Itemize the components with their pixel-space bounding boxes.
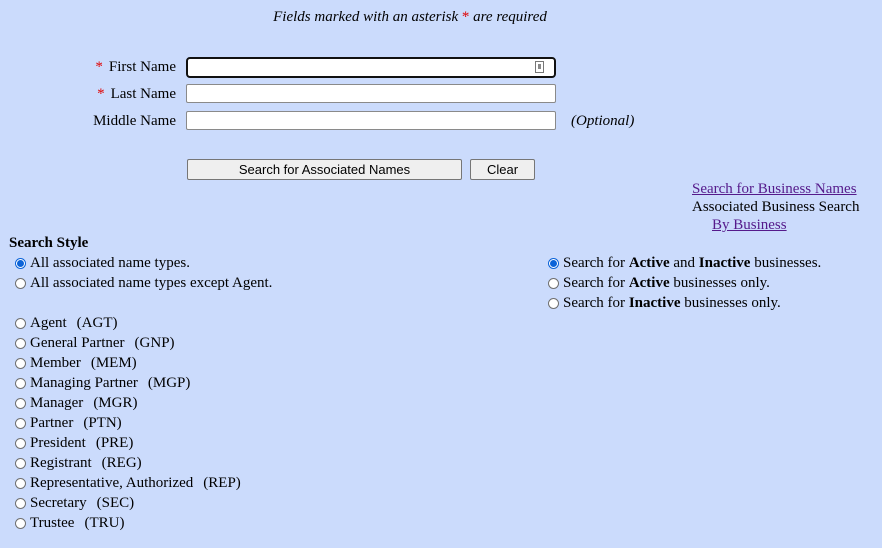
- autofill-contact-icon[interactable]: [535, 61, 544, 73]
- name-type-option[interactable]: Trustee (TRU): [15, 515, 124, 532]
- name-type-label: President: [30, 435, 86, 451]
- name-type-code: (SEC): [96, 495, 135, 511]
- radio-all-except-agent[interactable]: All associated name types except Agent.: [15, 275, 272, 292]
- radio-button[interactable]: [15, 378, 26, 389]
- first-name-label: * First Name: [0, 59, 176, 76]
- status-option[interactable]: Search for Inactive businesses only.: [548, 295, 781, 312]
- name-type-code: (REG): [101, 455, 142, 471]
- middle-name-label: Middle Name: [0, 113, 176, 130]
- radio-button[interactable]: [15, 498, 26, 509]
- status-option-label: Search for Active and Inactive businesse…: [563, 255, 821, 272]
- name-type-code: (PRE): [95, 435, 134, 451]
- name-type-code: (GNP): [134, 335, 175, 351]
- name-type-label: Manager: [30, 395, 84, 411]
- name-type-code: (TRU): [84, 515, 125, 531]
- radio-button[interactable]: [15, 358, 26, 369]
- name-type-option[interactable]: General Partner (GNP): [15, 335, 175, 352]
- middle-name-field[interactable]: [186, 111, 556, 130]
- required-asterisk: *: [461, 9, 470, 25]
- notice-text-suffix: are required: [473, 9, 547, 25]
- radio-button[interactable]: [15, 458, 26, 469]
- radio-button[interactable]: [15, 398, 26, 409]
- radio-button-checked[interactable]: [548, 258, 559, 269]
- status-text: Search for: [563, 275, 629, 291]
- radio-button[interactable]: [15, 418, 26, 429]
- status-text: Search for: [563, 255, 629, 271]
- name-type-label: Partner: [30, 415, 74, 431]
- name-type-label: Managing Partner: [30, 375, 138, 391]
- name-type-option[interactable]: Member (MEM): [15, 355, 137, 372]
- radio-all-types[interactable]: All associated name types.: [15, 255, 190, 272]
- radio-button[interactable]: [15, 318, 26, 329]
- associated-business-search-text: Associated Business Search: [692, 199, 860, 215]
- radio-button[interactable]: [15, 478, 26, 489]
- name-type-label: Representative, Authorized: [30, 475, 194, 491]
- status-emphasis: Inactive: [628, 295, 681, 311]
- radio-label: All associated name types except Agent.: [30, 275, 273, 291]
- radio-button[interactable]: [15, 278, 26, 289]
- status-emphasis: Active: [628, 255, 670, 271]
- status-option-label: Search for Inactive businesses only.: [563, 295, 781, 312]
- name-type-option[interactable]: Managing Partner (MGP): [15, 375, 190, 392]
- name-type-option[interactable]: Representative, Authorized (REP): [15, 475, 241, 492]
- name-type-code: (MGR): [93, 395, 138, 411]
- last-name-field[interactable]: [186, 84, 556, 103]
- name-type-code: (MEM): [90, 355, 137, 371]
- radio-label: All associated name types.: [30, 255, 190, 271]
- radio-button[interactable]: [548, 298, 559, 309]
- name-type-option[interactable]: Secretary (SEC): [15, 495, 134, 512]
- name-type-option[interactable]: Registrant (REG): [15, 455, 142, 472]
- name-type-label: Registrant: [30, 455, 92, 471]
- name-type-code: (PTN): [83, 415, 122, 431]
- clear-button[interactable]: Clear: [470, 159, 535, 180]
- name-type-option[interactable]: Manager (MGR): [15, 395, 137, 412]
- optional-hint: (Optional): [571, 113, 635, 129]
- required-asterisk: *: [95, 59, 103, 75]
- first-name-label-text: First Name: [108, 59, 176, 75]
- required-asterisk: *: [97, 86, 105, 102]
- status-text: Search for: [563, 295, 629, 311]
- middle-name-label-text: Middle Name: [93, 113, 176, 129]
- status-emphasis: Inactive: [698, 255, 751, 271]
- radio-button[interactable]: [15, 518, 26, 529]
- name-type-label: Trustee: [30, 515, 75, 531]
- name-type-label: General Partner: [30, 335, 125, 351]
- search-business-names-link[interactable]: Search for Business Names: [692, 181, 857, 198]
- name-type-option[interactable]: President (PRE): [15, 435, 133, 452]
- radio-button[interactable]: [15, 338, 26, 349]
- search-style-heading: Search Style: [9, 235, 89, 251]
- first-name-field[interactable]: [186, 57, 556, 78]
- radio-button[interactable]: [548, 278, 559, 289]
- last-name-label-text: Last Name: [110, 86, 176, 102]
- status-emphasis: Active: [628, 275, 670, 291]
- name-type-option[interactable]: Agent (AGT): [15, 315, 118, 332]
- status-option-label: Search for Active businesses only.: [563, 275, 770, 292]
- name-type-option[interactable]: Partner (PTN): [15, 415, 122, 432]
- search-associated-names-button[interactable]: Search for Associated Names: [187, 159, 462, 180]
- name-type-code: (REP): [203, 475, 241, 491]
- name-type-code: (MGP): [147, 375, 191, 391]
- name-type-label: Member: [30, 355, 81, 371]
- name-type-label: Agent: [30, 315, 67, 331]
- status-option[interactable]: Search for Active and Inactive businesse…: [548, 255, 821, 272]
- status-text: and: [669, 255, 699, 271]
- status-option[interactable]: Search for Active businesses only.: [548, 275, 770, 292]
- name-type-label: Secretary: [30, 495, 87, 511]
- status-text: businesses only.: [680, 295, 781, 311]
- name-type-code: (AGT): [76, 315, 118, 331]
- notice-text: Fields marked with an asterisk: [273, 9, 459, 25]
- by-business-link[interactable]: By Business: [712, 217, 787, 234]
- status-text: businesses only.: [669, 275, 770, 291]
- status-text: businesses.: [750, 255, 822, 271]
- last-name-label: * Last Name: [0, 86, 176, 103]
- radio-button[interactable]: [15, 438, 26, 449]
- required-fields-notice: Fields marked with an asterisk * are req…: [0, 9, 820, 26]
- radio-button-checked[interactable]: [15, 258, 26, 269]
